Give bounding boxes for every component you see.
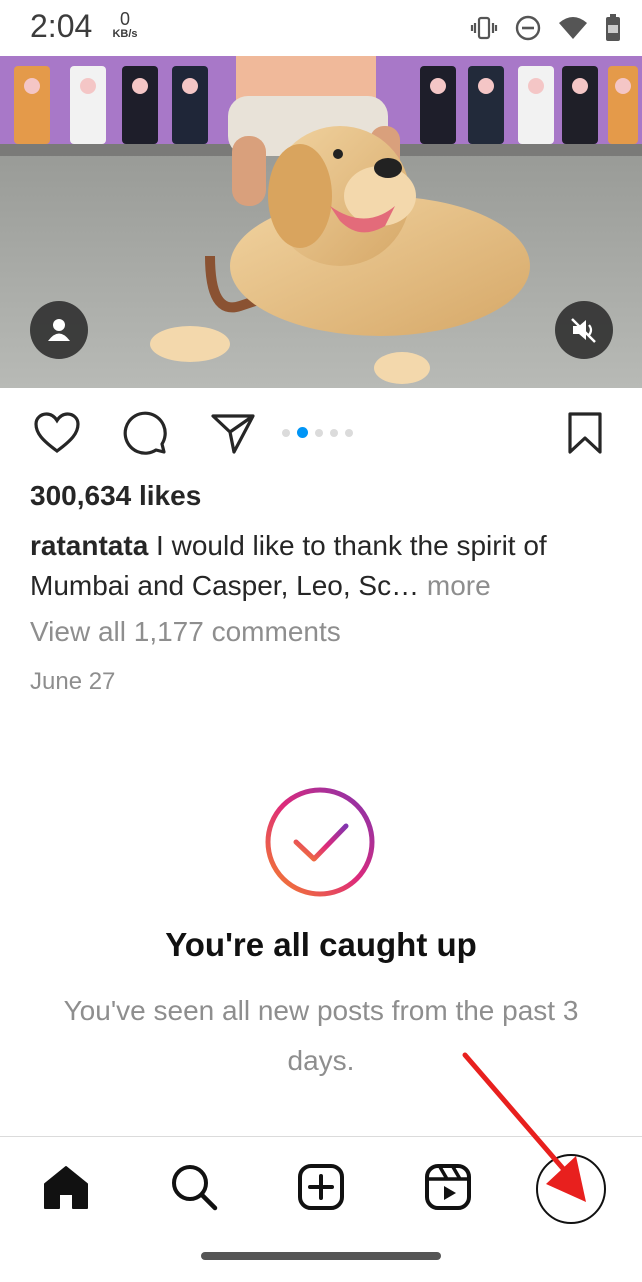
dog-photo-image	[0, 56, 642, 388]
carousel-dot	[330, 428, 338, 437]
more-link[interactable]: more	[427, 570, 491, 601]
reels-icon	[425, 1164, 471, 1210]
wifi-icon	[559, 17, 587, 39]
nav-search[interactable]	[168, 1161, 220, 1213]
post-caption: ratantata I would like to thank the spir…	[30, 526, 610, 606]
carousel-indicator	[282, 427, 353, 438]
post-photo[interactable]	[0, 56, 642, 388]
carousel-dot	[345, 428, 353, 437]
carousel-dot-active	[297, 427, 308, 438]
mute-button[interactable]	[555, 301, 613, 359]
nav-reels[interactable]	[422, 1161, 474, 1213]
comment-button[interactable]	[120, 408, 170, 458]
comment-icon	[123, 411, 167, 455]
network-speed: 0 KB/s	[108, 10, 142, 40]
heart-icon	[34, 412, 80, 453]
home-icon	[44, 1166, 88, 1209]
network-speed-unit: KB/s	[112, 28, 138, 40]
home-indicator-bar[interactable]	[201, 1252, 441, 1260]
do-not-disturb-icon	[515, 15, 541, 41]
network-speed-value: 0	[119, 9, 130, 29]
status-icons	[470, 10, 622, 46]
profile-tab[interactable]	[536, 1154, 606, 1224]
status-time: 2:04	[30, 8, 93, 44]
send-icon	[211, 414, 255, 454]
muted-speaker-icon	[571, 318, 596, 343]
checkmark-circle-icon	[265, 787, 375, 897]
post-date: June 27	[30, 668, 116, 695]
share-button[interactable]	[208, 408, 258, 458]
create-icon	[298, 1164, 344, 1210]
search-icon	[172, 1165, 218, 1211]
status-bar: 2:04 0 KB/s	[0, 0, 642, 56]
nav-home[interactable]	[40, 1161, 92, 1213]
bookmark-icon	[568, 412, 602, 454]
save-button[interactable]	[560, 408, 610, 458]
battery-icon	[606, 14, 620, 41]
carousel-dot	[315, 428, 323, 437]
likes-count[interactable]: 300,634 likes	[30, 480, 201, 512]
view-comments-link[interactable]: View all 1,177 comments	[30, 616, 341, 648]
vibrate-icon	[470, 16, 498, 40]
caught-up-subtitle: You've seen all new posts from the past …	[63, 995, 579, 1076]
like-button[interactable]	[32, 408, 82, 458]
nav-create[interactable]	[295, 1161, 347, 1213]
caption-username[interactable]: ratantata	[30, 530, 148, 561]
caption-ellipsis: …	[391, 570, 420, 601]
person-icon	[48, 319, 70, 341]
tagged-people-button[interactable]	[30, 301, 88, 359]
carousel-dot	[282, 428, 290, 437]
caught-up-title: You're all caught up	[165, 926, 477, 963]
